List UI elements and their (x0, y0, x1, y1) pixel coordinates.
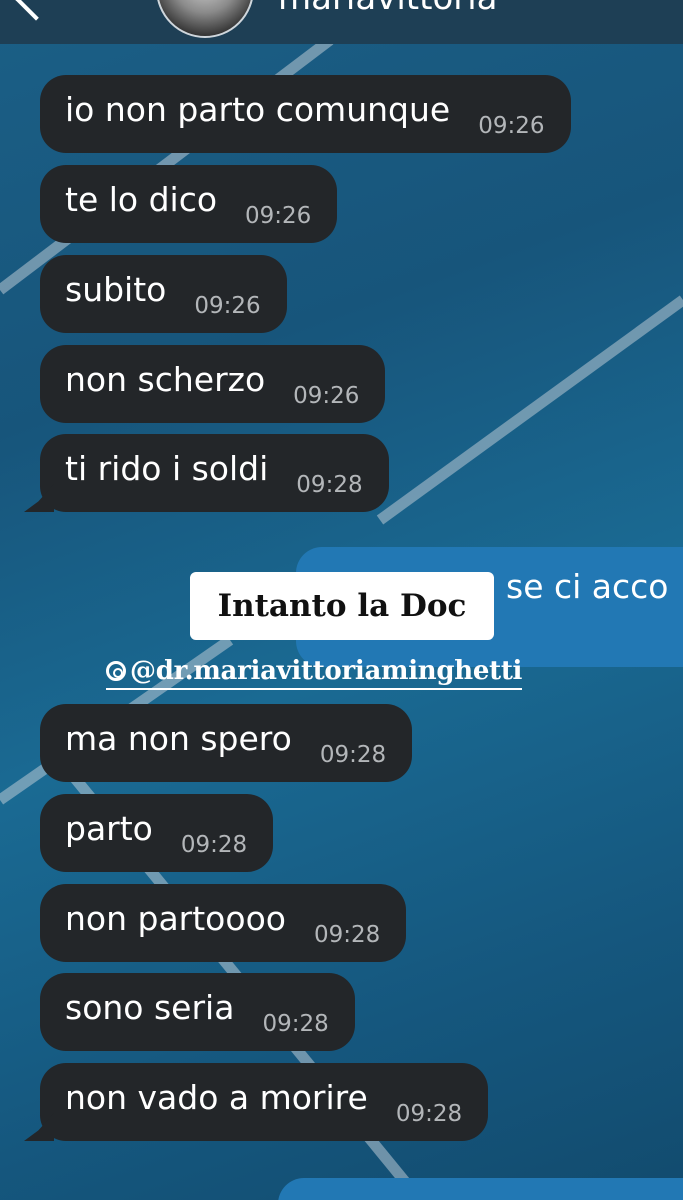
message-text: ti rido i soldi (65, 449, 269, 488)
outgoing-message-text: se ci acco (506, 567, 669, 606)
message-time: 09:28 (395, 1101, 463, 1127)
back-arrow-icon[interactable] (13, 0, 59, 21)
message-bubble[interactable]: ma non spero 09:28 (40, 704, 413, 782)
message-time: 09:26 (293, 383, 360, 409)
message-text: non vado a morire (65, 1078, 368, 1117)
caption-sticker: Intanto la Doc (190, 572, 494, 640)
message-bubble[interactable]: io non parto comunque 09:26 (40, 75, 571, 153)
at-sign-icon (106, 661, 126, 681)
message-bubble[interactable]: parto 09:28 (40, 794, 274, 872)
message-text: io non parto comunque (65, 90, 451, 129)
outgoing-message-bubble[interactable] (278, 1178, 683, 1200)
message-time: 09:28 (180, 832, 248, 858)
contact-avatar[interactable] (156, 0, 254, 38)
message-bubble[interactable]: ti rido i soldi 09:28 (40, 434, 389, 512)
contact-name[interactable]: mariavittoria (278, 0, 498, 18)
message-time: 09:28 (313, 922, 381, 948)
chat-screen: mariavittoria io non parto comunque 09:2… (0, 0, 683, 1200)
message-bubble[interactable]: sono seria 09:28 (40, 973, 355, 1051)
message-text: ma non spero (65, 719, 292, 758)
message-text: sono seria (65, 988, 235, 1027)
message-time: 09:26 (245, 203, 312, 229)
message-text: te lo dico (65, 180, 218, 219)
message-text: non partoooo (65, 899, 286, 938)
mention-text: @dr.mariavittoriaminghetti (130, 656, 523, 686)
message-bubble[interactable]: non vado a morire 09:28 (40, 1063, 489, 1141)
message-time: 09:26 (194, 293, 261, 319)
message-text: parto (65, 809, 153, 848)
message-bubble[interactable]: non partoooo 09:28 (40, 884, 407, 962)
message-bubble[interactable]: non scherzo 09:26 (40, 345, 386, 423)
message-text: subito (65, 270, 167, 309)
caption-text: Intanto la Doc (217, 588, 467, 624)
mention-tag[interactable]: @dr.mariavittoriaminghetti (106, 656, 522, 690)
message-bubble[interactable]: subito 09:26 (40, 255, 287, 333)
message-time: 09:28 (262, 1011, 329, 1037)
message-time: 09:28 (296, 472, 363, 498)
message-bubble[interactable]: te lo dico 09:26 (40, 165, 338, 243)
message-time: 09:28 (319, 742, 387, 768)
chat-header: mariavittoria (0, 0, 683, 44)
message-time: 09:26 (478, 113, 545, 139)
message-text: non scherzo (65, 360, 266, 399)
